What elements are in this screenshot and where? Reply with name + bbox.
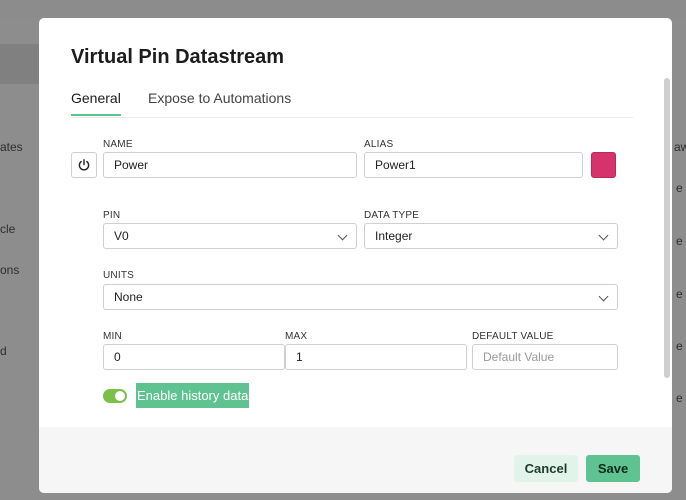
cancel-button[interactable]: Cancel	[514, 455, 578, 482]
background-column-text: e	[676, 234, 683, 248]
data-type-select[interactable]: Integer	[364, 223, 618, 249]
tab-expose-to-automations[interactable]: Expose to Automations	[148, 90, 291, 114]
background-nav-label: ons	[0, 263, 20, 277]
save-button[interactable]: Save	[586, 455, 640, 482]
min-label: MIN	[103, 331, 122, 342]
toggle-knob	[115, 391, 125, 401]
default-value-input[interactable]	[472, 344, 618, 370]
background-column-text: e	[676, 339, 683, 353]
background-selected-nav-item	[0, 44, 40, 84]
tab-bar: General Expose to Automations	[71, 90, 633, 118]
background-nav-label: ates	[0, 140, 23, 154]
max-label: MAX	[285, 331, 308, 342]
data-type-label: DATA TYPE	[364, 210, 420, 221]
history-data-label[interactable]: Enable history data	[136, 383, 250, 408]
pin-label: PIN	[103, 210, 121, 221]
datastream-modal: Virtual Pin Datastream General Expose to…	[39, 18, 672, 493]
name-label: NAME	[103, 139, 133, 150]
alias-label: ALIAS	[364, 139, 394, 150]
chevron-down-icon	[598, 230, 609, 241]
background-column-text: e	[676, 287, 683, 301]
background-column-text: aw	[674, 140, 686, 154]
modal-scrollbar[interactable]	[664, 78, 670, 378]
name-input[interactable]	[103, 152, 357, 178]
max-input[interactable]	[285, 344, 467, 370]
min-input[interactable]	[103, 344, 285, 370]
units-select[interactable]: None	[103, 284, 618, 310]
units-select-value: None	[114, 290, 143, 304]
background-column-text: e	[676, 181, 683, 195]
datastream-icon-button[interactable]	[71, 152, 97, 178]
modal-footer: Cancel Save	[39, 427, 672, 493]
history-data-toggle[interactable]	[103, 389, 127, 403]
chevron-down-icon	[337, 230, 348, 241]
background-top-bar	[0, 0, 686, 18]
background-nav-label: cle	[0, 222, 16, 236]
default-value-label: DEFAULT VALUE	[472, 331, 554, 342]
pin-select[interactable]: V0	[103, 223, 357, 249]
alias-input[interactable]	[364, 152, 583, 178]
modal-title: Virtual Pin Datastream	[71, 46, 285, 68]
chevron-down-icon	[598, 291, 609, 302]
color-picker-swatch[interactable]	[591, 152, 616, 178]
data-type-select-value: Integer	[375, 229, 413, 243]
power-icon	[78, 159, 90, 171]
background-nav-label: d	[0, 344, 7, 358]
tab-general[interactable]: General	[71, 90, 121, 116]
background-column-text: e	[676, 391, 683, 405]
pin-select-value: V0	[114, 229, 129, 243]
units-label: UNITS	[103, 270, 134, 281]
